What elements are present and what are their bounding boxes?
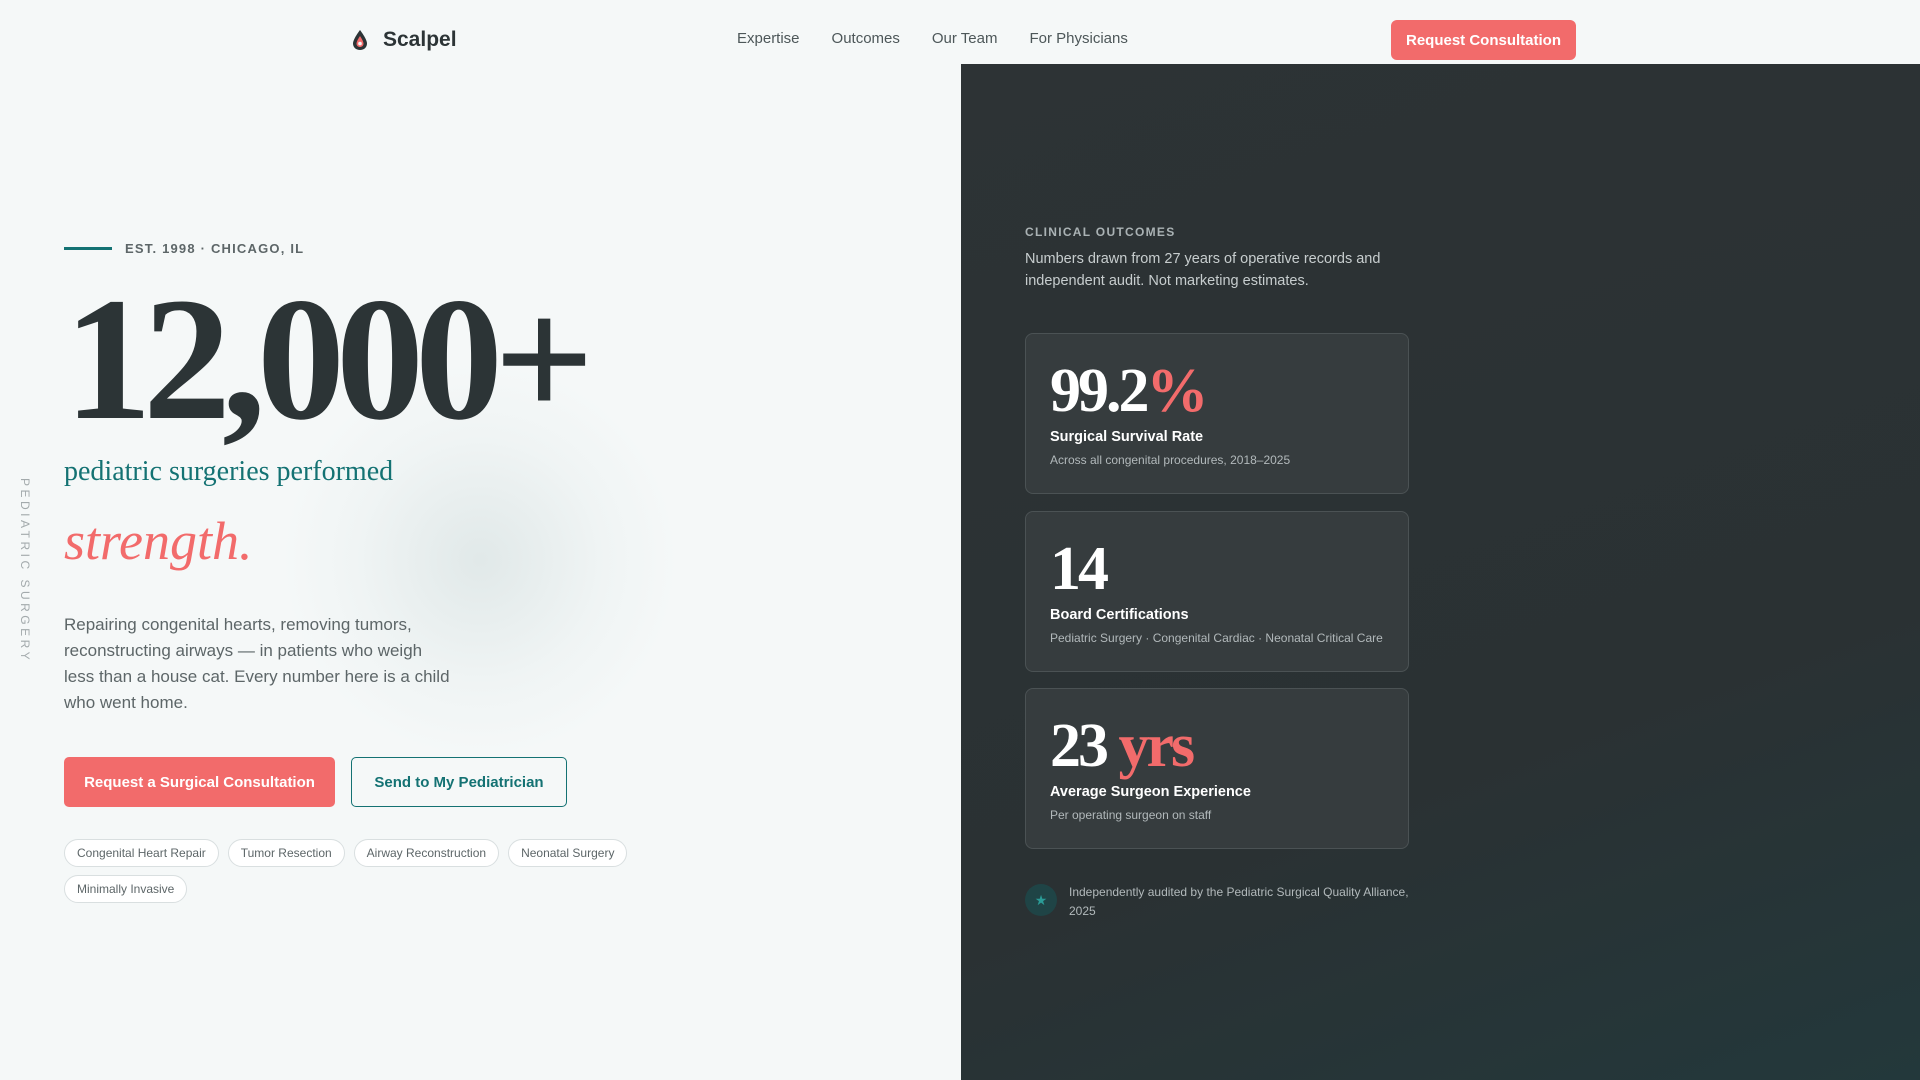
audit-text: Independently audited by the Pediatric S… — [1069, 885, 1409, 918]
tag-congenital-heart-repair[interactable]: Congenital Heart Repair — [64, 839, 219, 867]
scalpel-drop-icon — [353, 30, 367, 50]
outcomes-eyebrow: CLINICAL OUTCOMES — [1025, 225, 1176, 239]
stat-note: Per operating surgeon on staff — [1050, 808, 1212, 822]
nav-link-for-physicians[interactable]: For Physicians — [1029, 30, 1127, 47]
tag-minimally-invasive[interactable]: Minimally Invasive — [64, 875, 188, 903]
star-badge-icon: ★ — [1025, 884, 1057, 916]
stat-card-survival-rate: 99.2% Surgical Survival Rate Across all … — [1025, 333, 1409, 494]
specialty-tags: Congenital Heart Repair Tumor Resection … — [64, 839, 644, 903]
request-consultation-button[interactable]: Request Consultation — [1391, 20, 1576, 60]
stat-note: Pediatric Surgery · Congenital Cardiac ·… — [1050, 631, 1383, 645]
stat-value: 14 — [1050, 535, 1109, 603]
nav-link-our-team[interactable]: Our Team — [932, 30, 998, 47]
stat-card-board-certifications: 14 Board Certifications Pediatric Surger… — [1025, 511, 1409, 672]
nav-link-expertise[interactable]: Expertise — [737, 30, 800, 47]
stat-label: Board Certifications — [1050, 607, 1189, 623]
tag-airway-reconstruction[interactable]: Airway Reconstruction — [353, 839, 500, 867]
stat-unit: yrs — [1106, 712, 1196, 780]
stat-unit: % — [1146, 357, 1209, 425]
stat-value: 23 yrs — [1050, 712, 1196, 780]
eyebrow-divider — [64, 247, 112, 250]
stat-note: Across all congenital procedures, 2018–2… — [1050, 453, 1291, 467]
nav-link-outcomes[interactable]: Outcomes — [832, 30, 900, 47]
audit-note: ★ Independently audited by the Pediatric… — [1025, 883, 1415, 921]
brand[interactable]: Scalpel — [349, 26, 457, 54]
tag-tumor-resection[interactable]: Tumor Resection — [227, 839, 345, 867]
top-navigation: Scalpel Expertise Outcomes Our Team For … — [0, 0, 1920, 64]
stat-card-surgeon-experience: 23 yrs Average Surgeon Experience Per op… — [1025, 688, 1409, 849]
outcomes-intro: Numbers drawn from 27 years of operative… — [1025, 251, 1381, 289]
eyebrow-text: EST. 1998 · CHICAGO, IL — [125, 241, 305, 256]
stat-label: Average Surgeon Experience — [1050, 784, 1251, 800]
stat-value: 99.2% — [1050, 357, 1209, 425]
vertical-side-label: PEDIATRIC SURGERY — [18, 478, 32, 664]
hero-subtitle: pediatric surgeries performed — [64, 456, 394, 487]
tag-neonatal-surgery[interactable]: Neonatal Surgery — [508, 839, 628, 867]
stat-label: Surgical Survival Rate — [1050, 429, 1204, 445]
hero-accent-word: strength. — [64, 511, 253, 571]
hero-eyebrow: EST. 1998 · CHICAGO, IL — [64, 241, 304, 256]
hero-number: 12,000+ — [64, 262, 594, 457]
request-surgical-consultation-button[interactable]: Request a Surgical Consultation — [64, 757, 335, 807]
hero-description: Repairing congenital hearts, removing tu… — [64, 615, 450, 712]
main-nav: Expertise Outcomes Our Team For Physicia… — [737, 30, 1128, 47]
brand-name: Scalpel — [383, 28, 457, 51]
send-to-pediatrician-button[interactable]: Send to My Pediatrician — [351, 757, 567, 807]
